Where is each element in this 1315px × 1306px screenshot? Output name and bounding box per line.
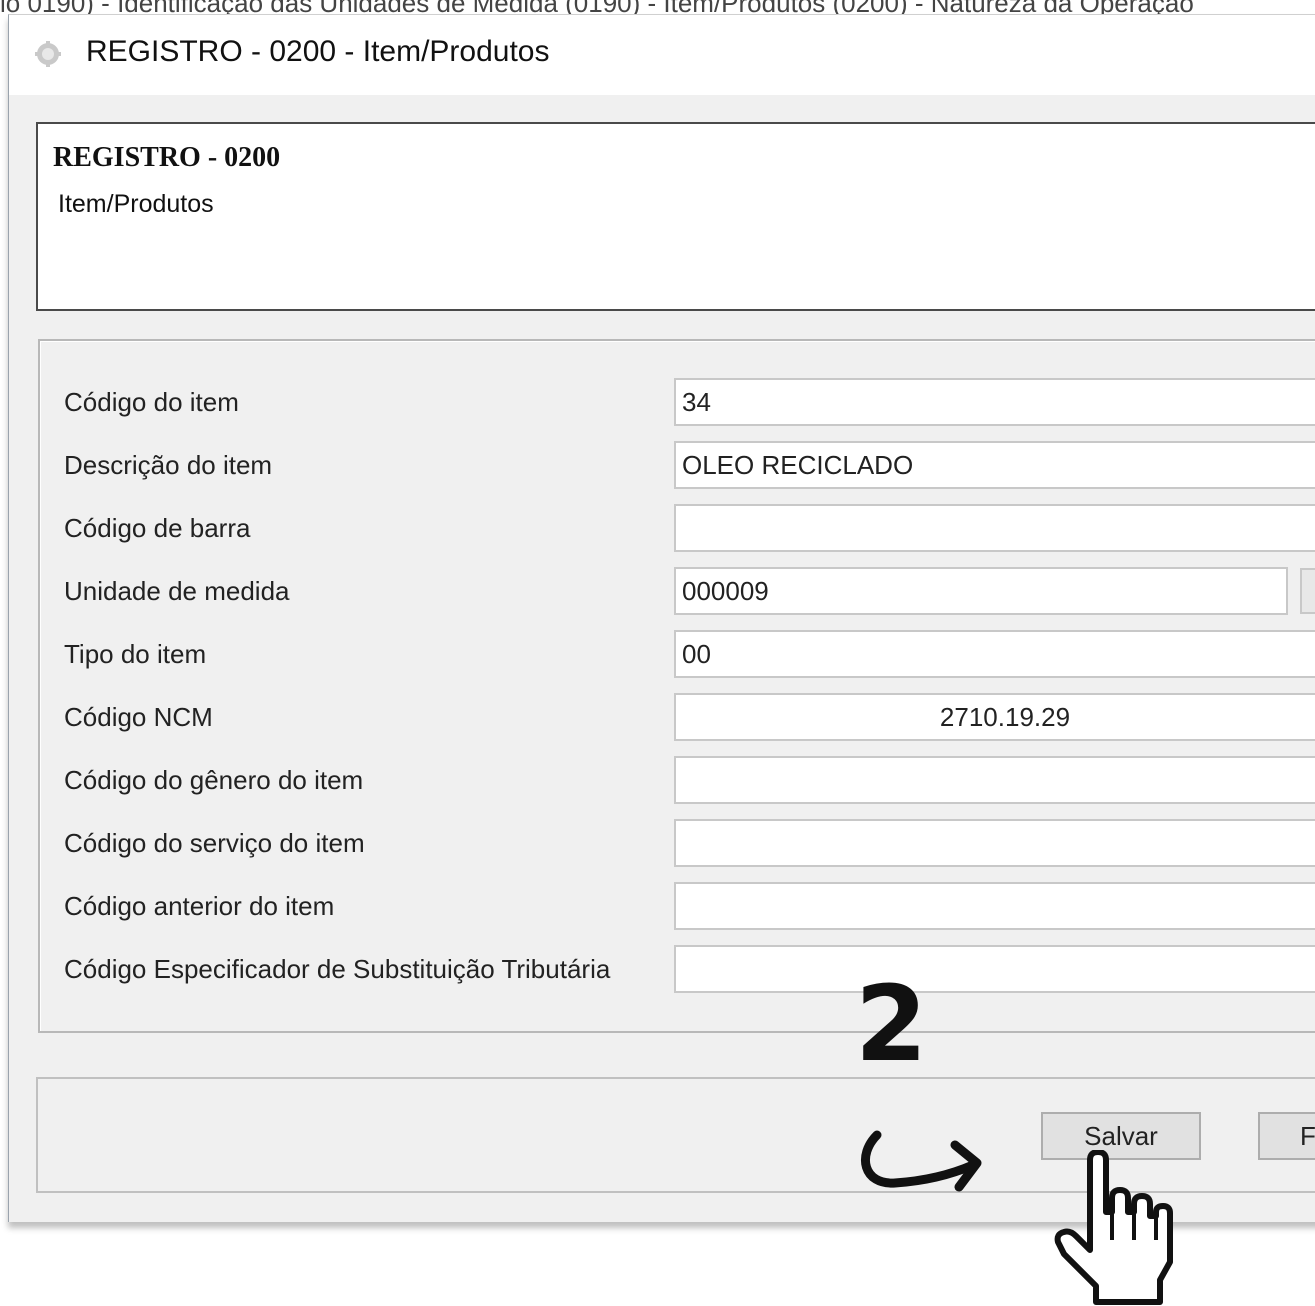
hand-pointer-icon — [1054, 1150, 1173, 1305]
label-unidade-medida: Unidade de medida — [64, 576, 290, 606]
input-tipo-item[interactable]: 00 — [674, 630, 1315, 678]
input-servico-item[interactable] — [674, 819, 1315, 867]
label-codigo-item: Código do item — [64, 387, 239, 417]
next-button[interactable]: F — [1258, 1112, 1315, 1160]
label-tipo-item: Tipo do item — [64, 639, 207, 669]
label-codigo-anterior: Código anterior do item — [64, 891, 335, 921]
step-number-annotation: 2 — [855, 963, 928, 1085]
label-servico-item: Código do serviço do item — [64, 828, 365, 858]
dialog-window: REGISTRO - 0200 - Item/Produtos REGISTRO… — [8, 14, 1315, 1222]
input-unidade-medida[interactable]: 000009 — [674, 567, 1288, 615]
register-subtitle: Item/Produtos — [58, 190, 214, 218]
input-descricao-item[interactable]: OLEO RECICLADO — [674, 441, 1315, 489]
register-title: REGISTRO - 0200 — [53, 142, 281, 173]
input-codigo-item[interactable]: 34 — [674, 378, 1315, 426]
label-codigo-barra: Código de barra — [64, 513, 251, 543]
input-genero-item[interactable] — [674, 756, 1315, 804]
input-codigo-anterior[interactable] — [674, 882, 1315, 930]
input-codigo-ncm[interactable]: 2710.19.29 — [674, 693, 1315, 741]
label-descricao-item: Descrição do item — [64, 450, 273, 480]
label-cest: Código Especificador de Substituição Tri… — [64, 954, 611, 984]
window-title: REGISTRO - 0200 - Item/Produtos — [86, 35, 550, 68]
label-codigo-ncm: Código NCM — [64, 702, 213, 732]
app-icon — [35, 41, 61, 67]
form-panel: Código do item 34 Descrição do item OLEO… — [38, 339, 1315, 1033]
input-cest[interactable] — [674, 945, 1315, 993]
input-codigo-barra[interactable] — [674, 504, 1315, 552]
label-genero-item: Código do gênero do item — [64, 765, 364, 795]
curved-arrow-icon — [860, 1130, 982, 1192]
title-bar: REGISTRO - 0200 - Item/Produtos — [9, 15, 1315, 95]
unidade-lookup-button[interactable] — [1300, 568, 1315, 614]
register-header: REGISTRO - 0200 Item/Produtos — [36, 122, 1315, 311]
